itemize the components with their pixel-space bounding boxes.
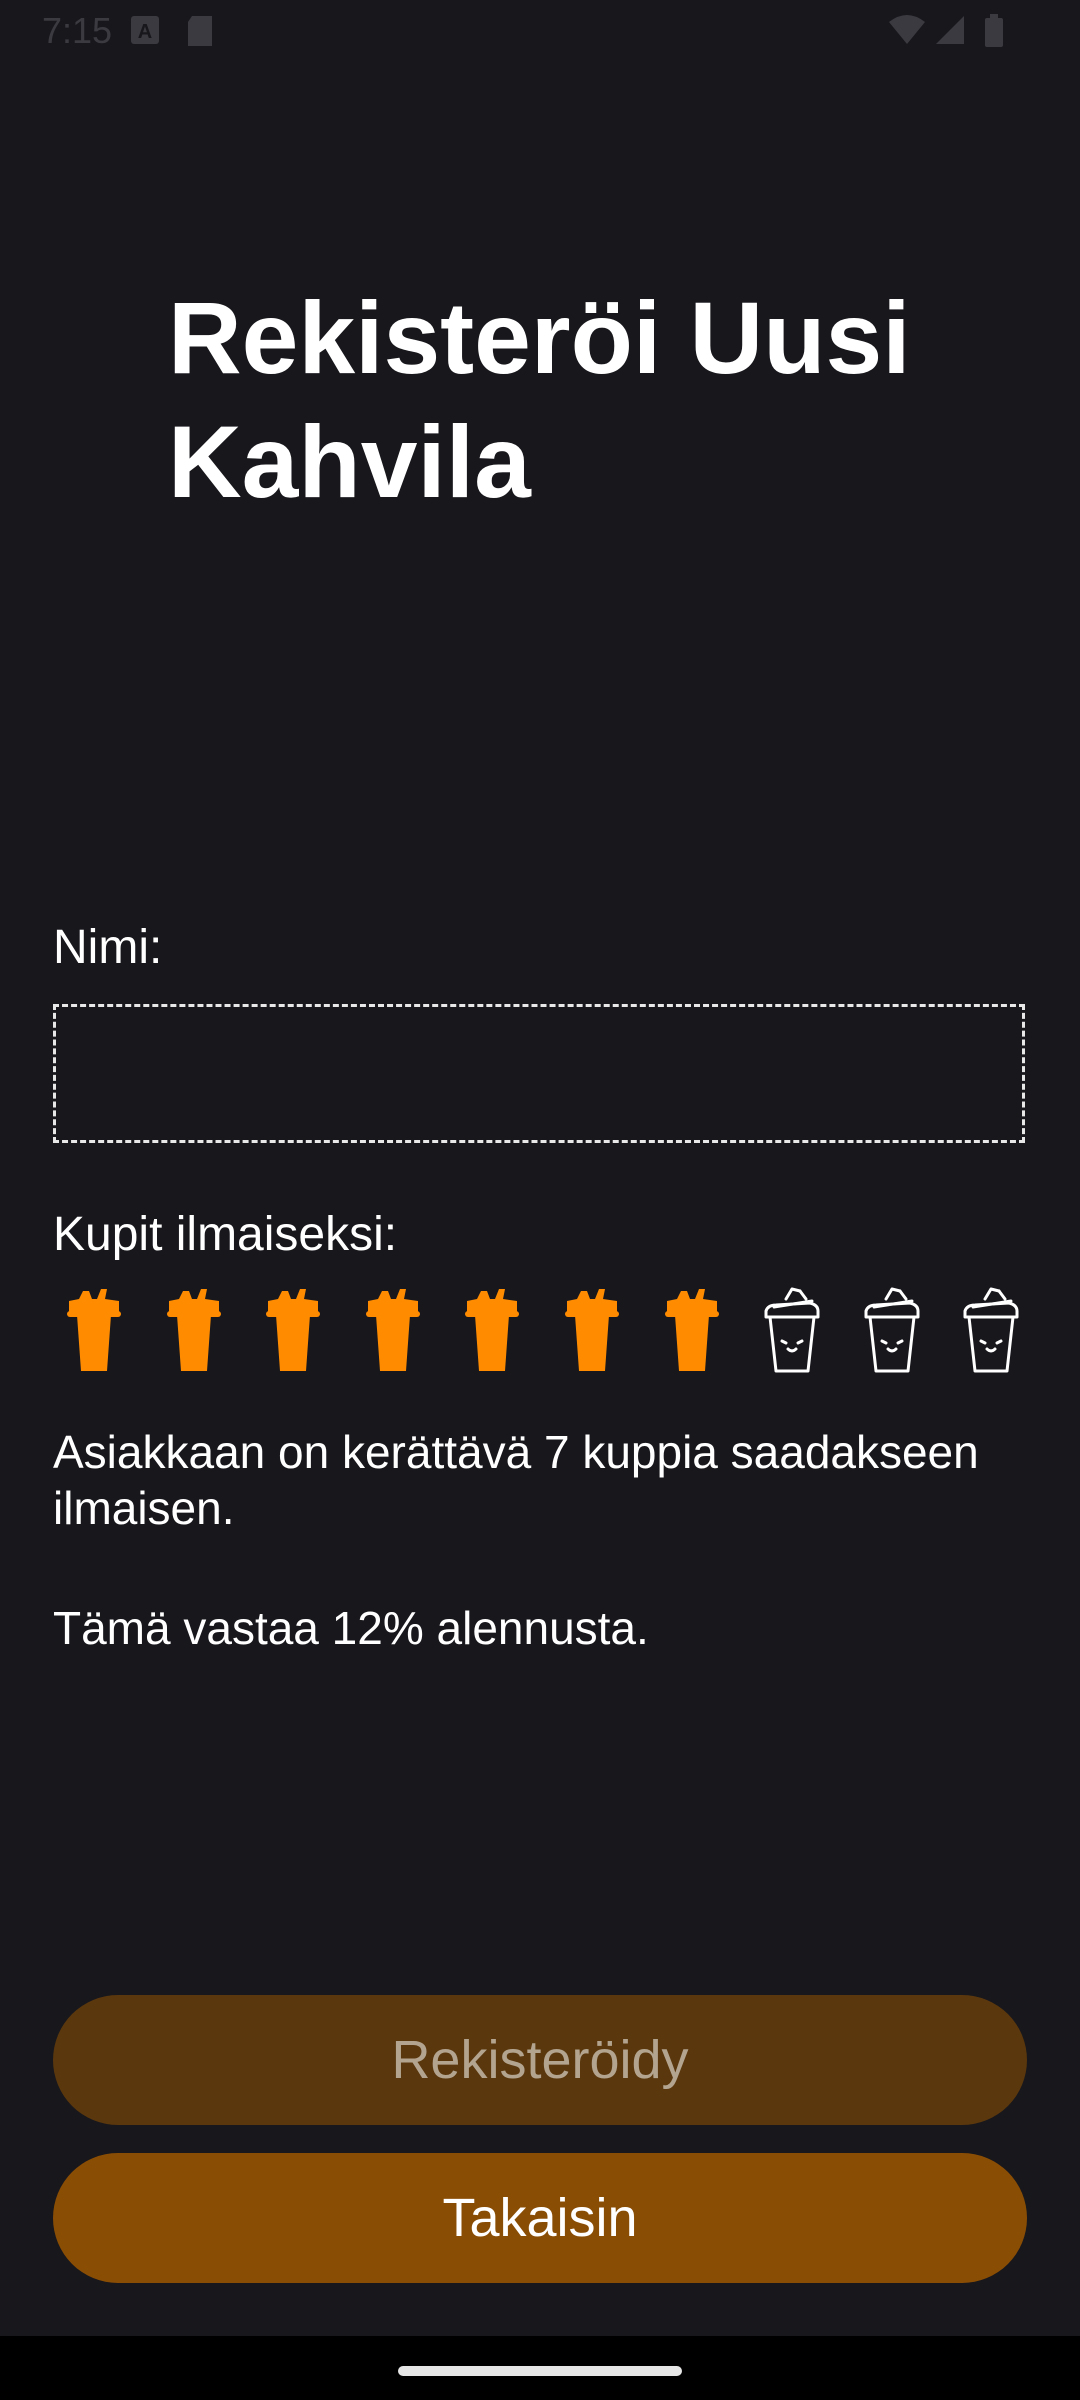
coffee-cup-filled-icon[interactable] bbox=[159, 1285, 229, 1377]
status-bar: 7:15 A bbox=[0, 0, 1080, 64]
back-button[interactable]: Takaisin bbox=[53, 2153, 1027, 2283]
signal-icon bbox=[934, 14, 966, 51]
cups-label: Kupit ilmaiseksi: bbox=[53, 1208, 398, 1261]
coffee-cup-filled-icon[interactable] bbox=[59, 1285, 129, 1377]
name-input[interactable] bbox=[53, 1004, 1025, 1143]
wifi-icon bbox=[888, 14, 926, 51]
page-title: Rekisteröi Uusi Kahvila bbox=[168, 281, 911, 519]
coffee-cup-empty-icon[interactable] bbox=[756, 1285, 826, 1377]
register-button[interactable]: Rekisteröidy bbox=[53, 1995, 1027, 2125]
status-time: 7:15 bbox=[42, 10, 113, 51]
coffee-cup-filled-icon[interactable] bbox=[457, 1285, 527, 1377]
coffee-cup-filled-icon[interactable] bbox=[358, 1285, 428, 1377]
required-cups-text: Asiakkaan on kerättävä 7 kuppia saadakse… bbox=[53, 1426, 979, 1534]
cups-selector[interactable] bbox=[53, 1285, 1033, 1380]
home-gesture-handle[interactable] bbox=[398, 2366, 682, 2376]
name-label: Nimi: bbox=[53, 921, 163, 974]
battery-icon bbox=[984, 14, 1004, 53]
coffee-cup-filled-icon[interactable] bbox=[657, 1285, 727, 1377]
coffee-cup-empty-icon[interactable] bbox=[856, 1285, 926, 1377]
svg-text:A: A bbox=[138, 21, 152, 43]
coffee-cup-filled-icon[interactable] bbox=[258, 1285, 328, 1377]
sd-card-icon bbox=[186, 14, 214, 53]
accessibility-icon: A bbox=[130, 14, 160, 53]
coffee-cup-filled-icon[interactable] bbox=[557, 1285, 627, 1377]
discount-text: Tämä vastaa 12% alennusta. bbox=[53, 1602, 649, 1654]
coffee-cup-empty-icon[interactable] bbox=[955, 1285, 1025, 1377]
